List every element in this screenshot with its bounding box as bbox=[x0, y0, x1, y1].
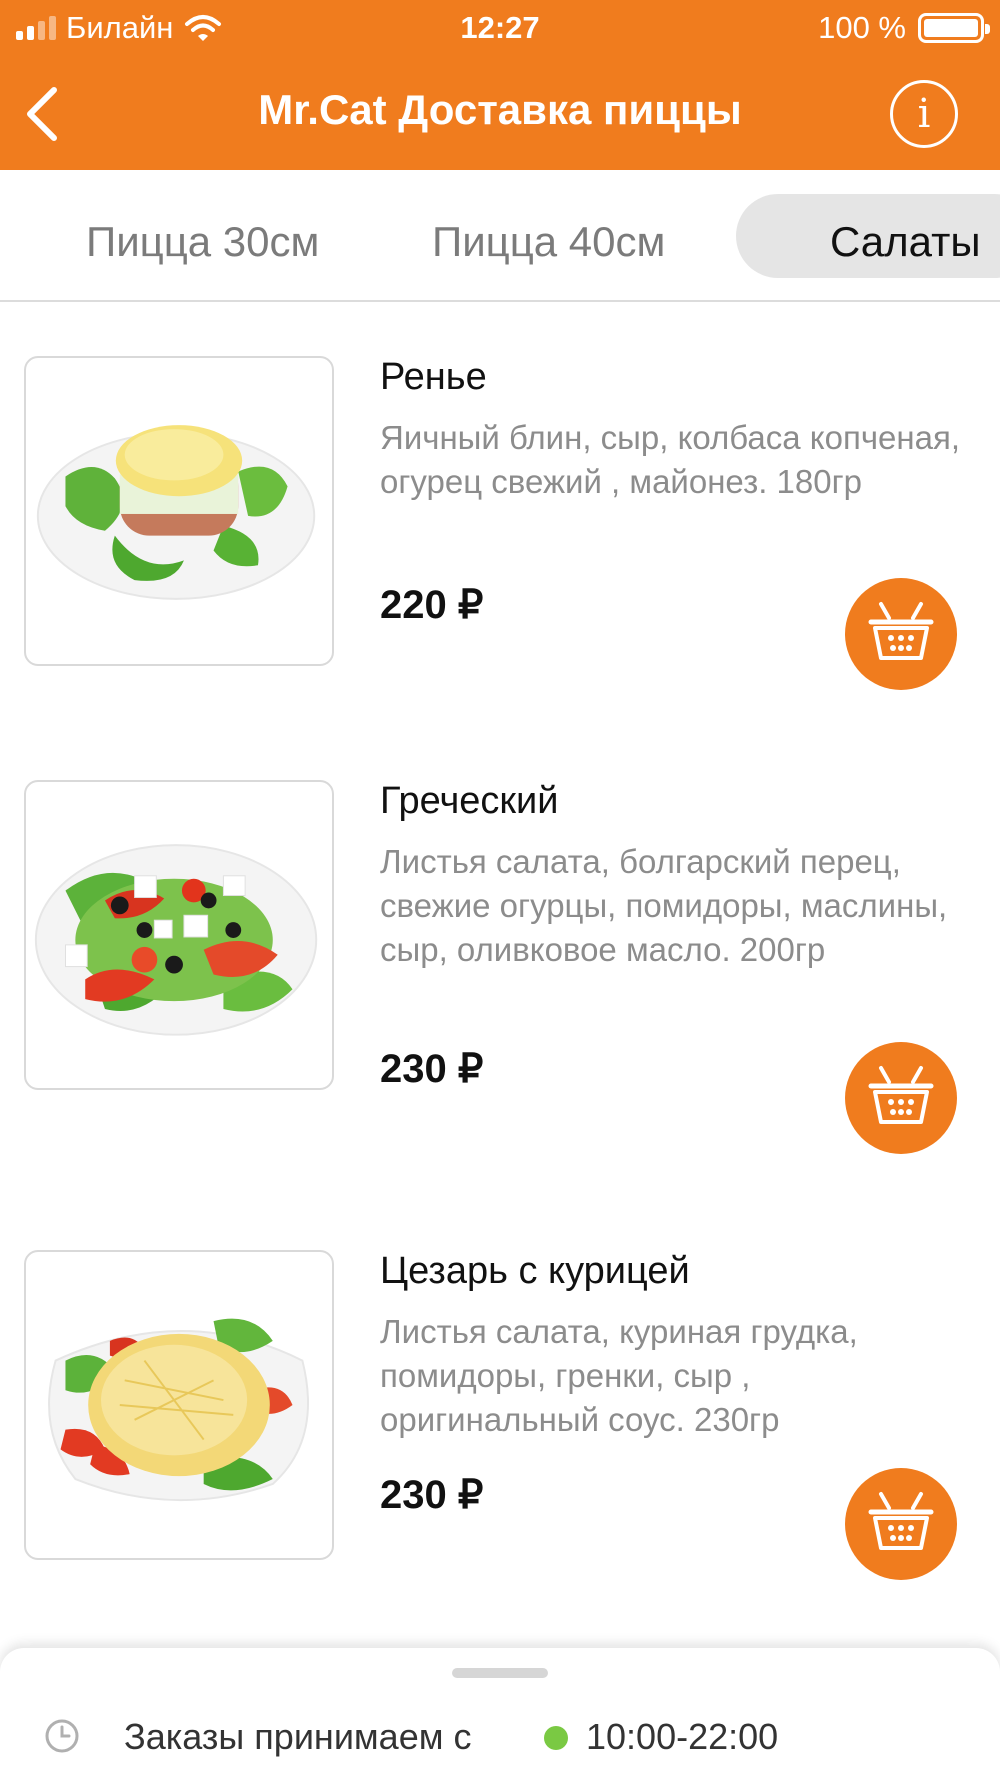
product-image[interactable] bbox=[24, 780, 334, 1090]
info-icon: i bbox=[917, 91, 931, 137]
app-header: Билайн 12:27 100 % Mr.Cat Доставка пиццы… bbox=[0, 0, 1000, 170]
page-title: Mr.Cat Доставка пиццы bbox=[258, 86, 742, 133]
greek-salad-image bbox=[34, 844, 318, 1036]
product-image[interactable] bbox=[24, 1250, 334, 1560]
product-image[interactable] bbox=[24, 356, 334, 666]
battery-percent: 100 % bbox=[818, 10, 906, 45]
clock-icon bbox=[45, 1719, 79, 1753]
basket-icon bbox=[868, 1492, 934, 1550]
product-card[interactable]: Цезарь с курицей Листья салата, куриная … bbox=[0, 1250, 1000, 1590]
sheet-grabber[interactable] bbox=[452, 1668, 548, 1678]
product-description: Листья салата, болгарский перец, свежие … bbox=[380, 843, 948, 968]
add-to-cart-button[interactable] bbox=[845, 1468, 957, 1580]
orders-accepted-label: Заказы принимаем с bbox=[124, 1716, 472, 1757]
add-to-cart-button[interactable] bbox=[845, 578, 957, 690]
basket-icon bbox=[868, 1066, 934, 1124]
product-name: Греческий bbox=[380, 780, 559, 822]
battery-icon bbox=[918, 13, 990, 43]
info-button[interactable]: i bbox=[890, 80, 958, 148]
product-description: Листья салата, куриная грудка, помидоры,… bbox=[380, 1313, 858, 1438]
basket-icon bbox=[868, 602, 934, 660]
caesar-salad-image bbox=[48, 1318, 309, 1502]
status-right: 100 % bbox=[818, 10, 990, 46]
order-hours-sheet[interactable]: Заказы принимаем с 10:00-22:00 bbox=[0, 1648, 1000, 1778]
add-to-cart-button[interactable] bbox=[845, 1042, 957, 1154]
product-price: 230 ₽ bbox=[380, 1473, 484, 1517]
layered-salad-image bbox=[36, 425, 316, 600]
status-bar: Билайн 12:27 100 % bbox=[0, 0, 1000, 56]
product-card[interactable]: Греческий Листья салата, болгарский пере… bbox=[0, 780, 1000, 1154]
tab-pizza-40[interactable]: Пицца 40см bbox=[432, 218, 665, 266]
tab-pizza-30[interactable]: Пицца 30см bbox=[86, 218, 319, 266]
product-description: Яичный блин, сыр, колбаса копченая, огур… bbox=[380, 419, 960, 500]
product-name: Ренье bbox=[380, 356, 487, 398]
tab-salads[interactable]: Салаты bbox=[736, 194, 1000, 278]
working-hours: 10:00-22:00 bbox=[586, 1716, 779, 1757]
product-price: 220 ₽ bbox=[380, 583, 484, 627]
nav-bar: Mr.Cat Доставка пиццы i bbox=[0, 58, 1000, 168]
product-name: Цезарь с курицей bbox=[380, 1250, 690, 1292]
open-status-dot bbox=[544, 1726, 568, 1750]
category-tabs: Пицца 30см Пицца 40см Салаты bbox=[0, 170, 1000, 302]
product-price: 230 ₽ bbox=[380, 1047, 484, 1091]
product-card[interactable]: Ренье Яичный блин, сыр, колбаса копченая… bbox=[0, 356, 1000, 696]
